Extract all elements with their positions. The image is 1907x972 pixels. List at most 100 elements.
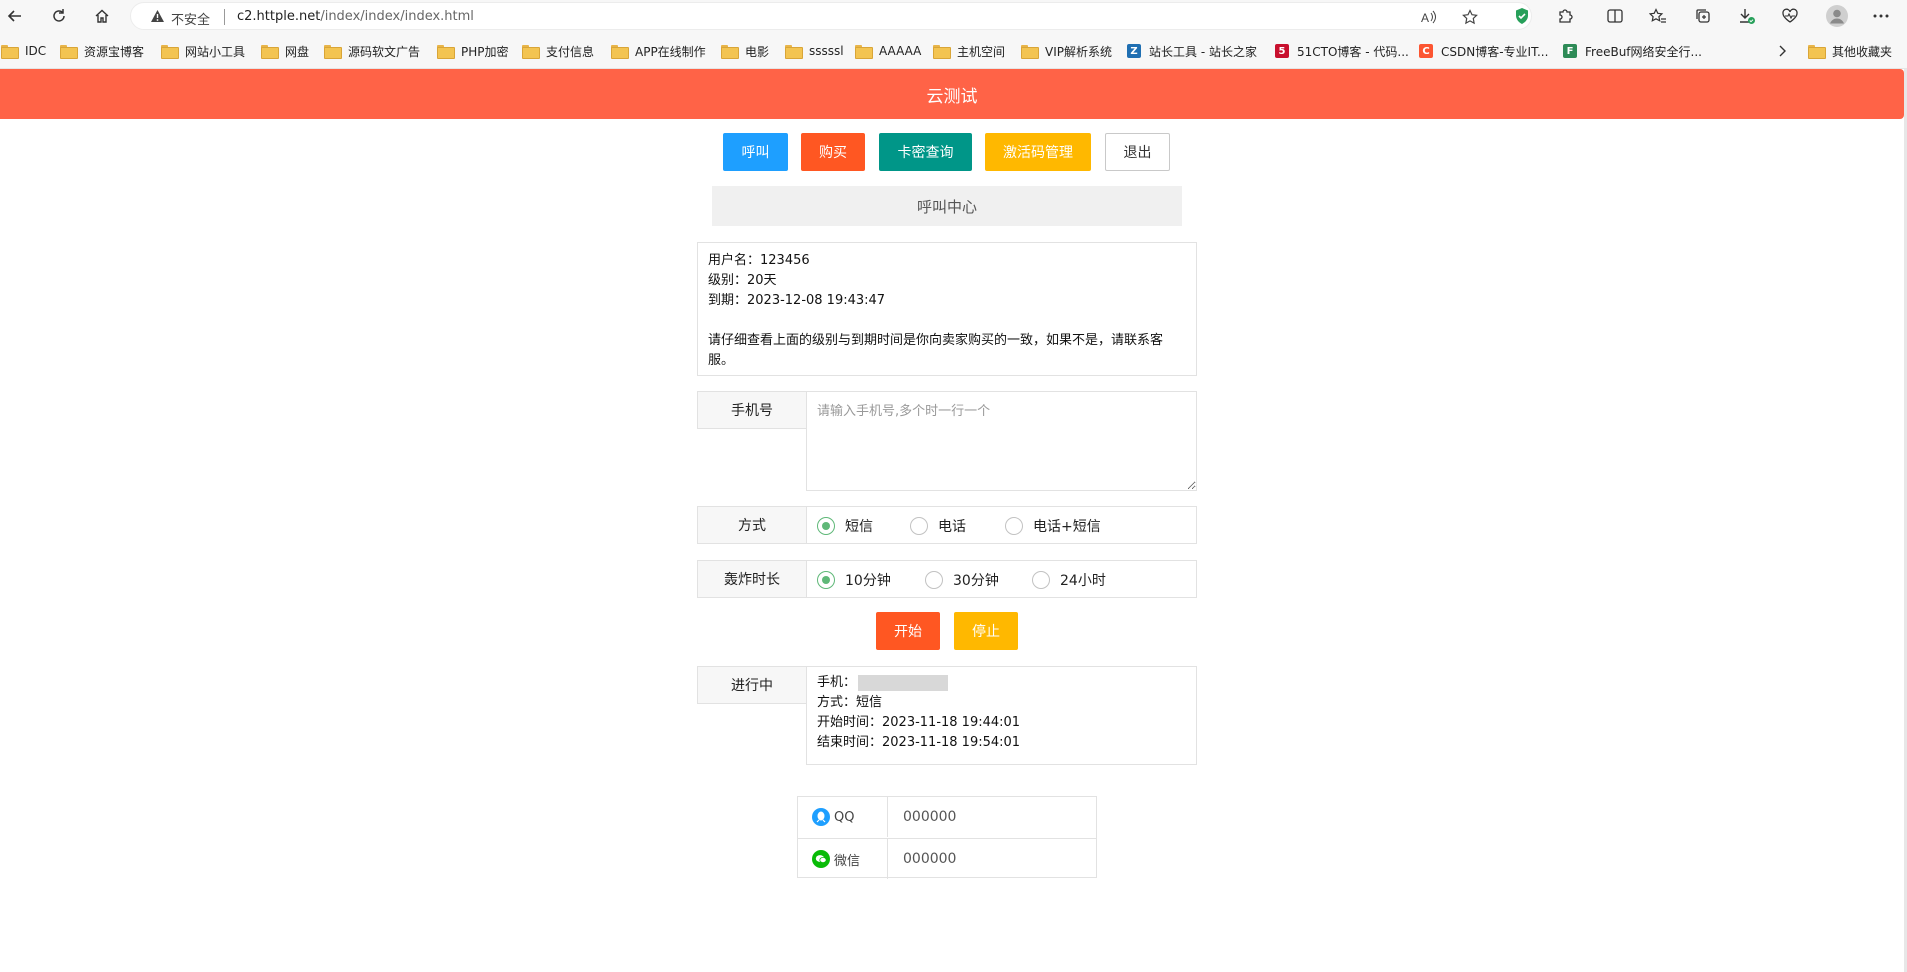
section-title: 呼叫中心 <box>712 186 1182 226</box>
address-bar[interactable]: 不安全 c2.httple.net/index/index/index.html… <box>130 2 1532 30</box>
heart-pulse-icon <box>1782 8 1798 23</box>
freebuf-icon: F <box>1563 44 1577 58</box>
radio-checked-icon <box>817 571 835 589</box>
profile-button[interactable] <box>1825 4 1849 28</box>
bookmark-item[interactable]: 支付信息 <box>522 41 594 61</box>
bookmark-label: VIP解析系统 <box>1045 44 1112 59</box>
collections-button[interactable] <box>1691 4 1715 28</box>
shield-extension-button[interactable] <box>1510 4 1534 28</box>
chevron-right-icon <box>1779 45 1786 57</box>
bookmark-label: 电影 <box>745 44 770 59</box>
url-host: c2.httple.net <box>237 9 321 24</box>
csdn-icon: C <box>1419 44 1433 58</box>
bookmark-item[interactable]: 电影 <box>721 41 769 61</box>
url-divider <box>224 9 225 25</box>
folder-icon <box>161 45 179 59</box>
bookmark-item[interactable]: 网盘 <box>261 41 309 61</box>
bookmark-item[interactable]: AAAAA <box>855 41 921 61</box>
favorites-button[interactable] <box>1646 4 1670 28</box>
bookmark-label: 网站小工具 <box>185 44 246 59</box>
bookmark-label: 其他收藏夹 <box>1832 44 1893 59</box>
radio-checked-icon <box>817 517 835 535</box>
download-icon <box>1740 9 1755 24</box>
call-button[interactable]: 呼叫 <box>723 133 788 171</box>
duration-radio-30min[interactable]: 30分钟 <box>925 570 999 590</box>
read-aloud-icon: A <box>1421 10 1436 24</box>
progress-mode-line: 方式：短信 <box>817 695 883 710</box>
insecure-label[interactable]: 不安全 <box>171 9 210 28</box>
bookmark-item[interactable]: 5 51CTO博客 - 代码... <box>1275 41 1409 61</box>
bookmark-item[interactable]: 源码软文广告 <box>324 41 420 61</box>
bookmark-label: PHP加密 <box>461 44 509 59</box>
more-menu-button[interactable] <box>1869 4 1893 28</box>
mode-radio-group: 短信 电话 电话+短信 <box>806 506 1197 544</box>
mode-radio-call[interactable]: 电话 <box>910 516 966 536</box>
url-path: /index/index/index.html <box>320 9 474 24</box>
chinaz-icon: Z <box>1127 44 1141 58</box>
favorite-star-button[interactable] <box>1460 7 1480 27</box>
bookmark-item[interactable]: VIP解析系统 <box>1021 41 1112 61</box>
folder-icon <box>611 45 629 59</box>
phone-textarea[interactable] <box>806 391 1197 491</box>
performance-button[interactable] <box>1778 4 1802 28</box>
back-button[interactable] <box>2 3 28 29</box>
expiry-line: 到期：2023-12-08 19:43:47 <box>708 293 886 308</box>
mode-label: 方式 <box>697 506 807 544</box>
phone-label: 手机号 <box>697 391 807 429</box>
bookmark-item[interactable]: F FreeBuf网络安全行... <box>1563 41 1702 61</box>
bookmark-label: AAAAA <box>879 44 922 58</box>
bookmark-label: FreeBuf网络安全行... <box>1585 44 1702 59</box>
url-text[interactable]: c2.httple.net/index/index/index.html <box>237 9 474 24</box>
read-aloud-button[interactable]: A <box>1419 7 1439 27</box>
radio-label: 24小时 <box>1060 573 1106 589</box>
bookmark-item[interactable]: C CSDN博客-专业IT... <box>1419 41 1548 61</box>
redacted-phone <box>858 674 949 691</box>
wechat-label: 微信 <box>834 853 861 869</box>
buy-button[interactable]: 购买 <box>801 133 865 171</box>
51cto-icon: 5 <box>1275 44 1289 58</box>
favorites-icon <box>1649 8 1666 23</box>
bookmarks-overflow-button[interactable] <box>1777 41 1787 61</box>
radio-unchecked-icon <box>910 517 928 535</box>
bookmark-item[interactable]: PHP加密 <box>437 41 509 61</box>
mode-radio-call-sms[interactable]: 电话+短信 <box>1005 516 1101 536</box>
bookmark-item[interactable]: Z 站长工具 - 站长之家 <box>1127 41 1257 61</box>
mode-radio-sms[interactable]: 短信 <box>817 516 873 536</box>
duration-radio-group: 10分钟 30分钟 24小时 <box>806 560 1197 598</box>
bookmark-item[interactable]: 网站小工具 <box>161 41 245 61</box>
bookmark-item[interactable]: IDC <box>1 41 46 61</box>
contact-key: 微信 <box>798 839 888 879</box>
progress-phone-line: 手机： <box>817 673 1186 693</box>
bookmark-item[interactable]: 主机空间 <box>933 41 1005 61</box>
bookmark-label: 站长工具 - 站长之家 <box>1149 44 1257 59</box>
logout-button[interactable]: 退出 <box>1105 133 1170 171</box>
home-icon <box>95 9 109 23</box>
bookmark-label: 资源宝博客 <box>84 44 145 59</box>
reload-button[interactable] <box>46 3 72 29</box>
bookmark-item[interactable]: 资源宝博客 <box>60 41 144 61</box>
extensions-button[interactable] <box>1553 4 1577 28</box>
home-button[interactable] <box>89 3 115 29</box>
start-button[interactable]: 开始 <box>876 612 940 650</box>
duration-radio-24h[interactable]: 24小时 <box>1032 570 1106 590</box>
bookmark-item[interactable]: APP在线制作 <box>611 41 706 61</box>
bookmark-item-other[interactable]: 其他收藏夹 <box>1808 41 1892 61</box>
activation-code-button[interactable]: 激活码管理 <box>985 133 1091 171</box>
bookmarks-bar: IDC 资源宝博客 网站小工具 网盘 源码软文广告 PHP加密 支付信息 APP… <box>0 31 1907 69</box>
bookmark-label: 网盘 <box>285 44 310 59</box>
folder-icon <box>855 45 873 59</box>
bookmark-label: 主机空间 <box>957 44 1006 59</box>
stop-button[interactable]: 停止 <box>954 612 1018 650</box>
radio-unchecked-icon <box>1032 571 1050 589</box>
card-query-button[interactable]: 卡密查询 <box>879 133 972 171</box>
contact-row-wechat: 微信 000000 <box>798 838 1096 879</box>
folder-icon <box>60 45 78 59</box>
progress-start-line: 开始时间：2023-11-18 19:44:01 <box>817 715 1021 730</box>
bookmark-item[interactable]: sssssl <box>785 41 844 61</box>
downloads-button[interactable] <box>1735 4 1759 28</box>
split-screen-button[interactable] <box>1603 4 1627 28</box>
progress-phone-label: 手机： <box>817 675 857 690</box>
duration-radio-10min[interactable]: 10分钟 <box>817 570 891 590</box>
progress-label: 进行中 <box>697 666 807 704</box>
radio-label: 30分钟 <box>953 573 999 589</box>
